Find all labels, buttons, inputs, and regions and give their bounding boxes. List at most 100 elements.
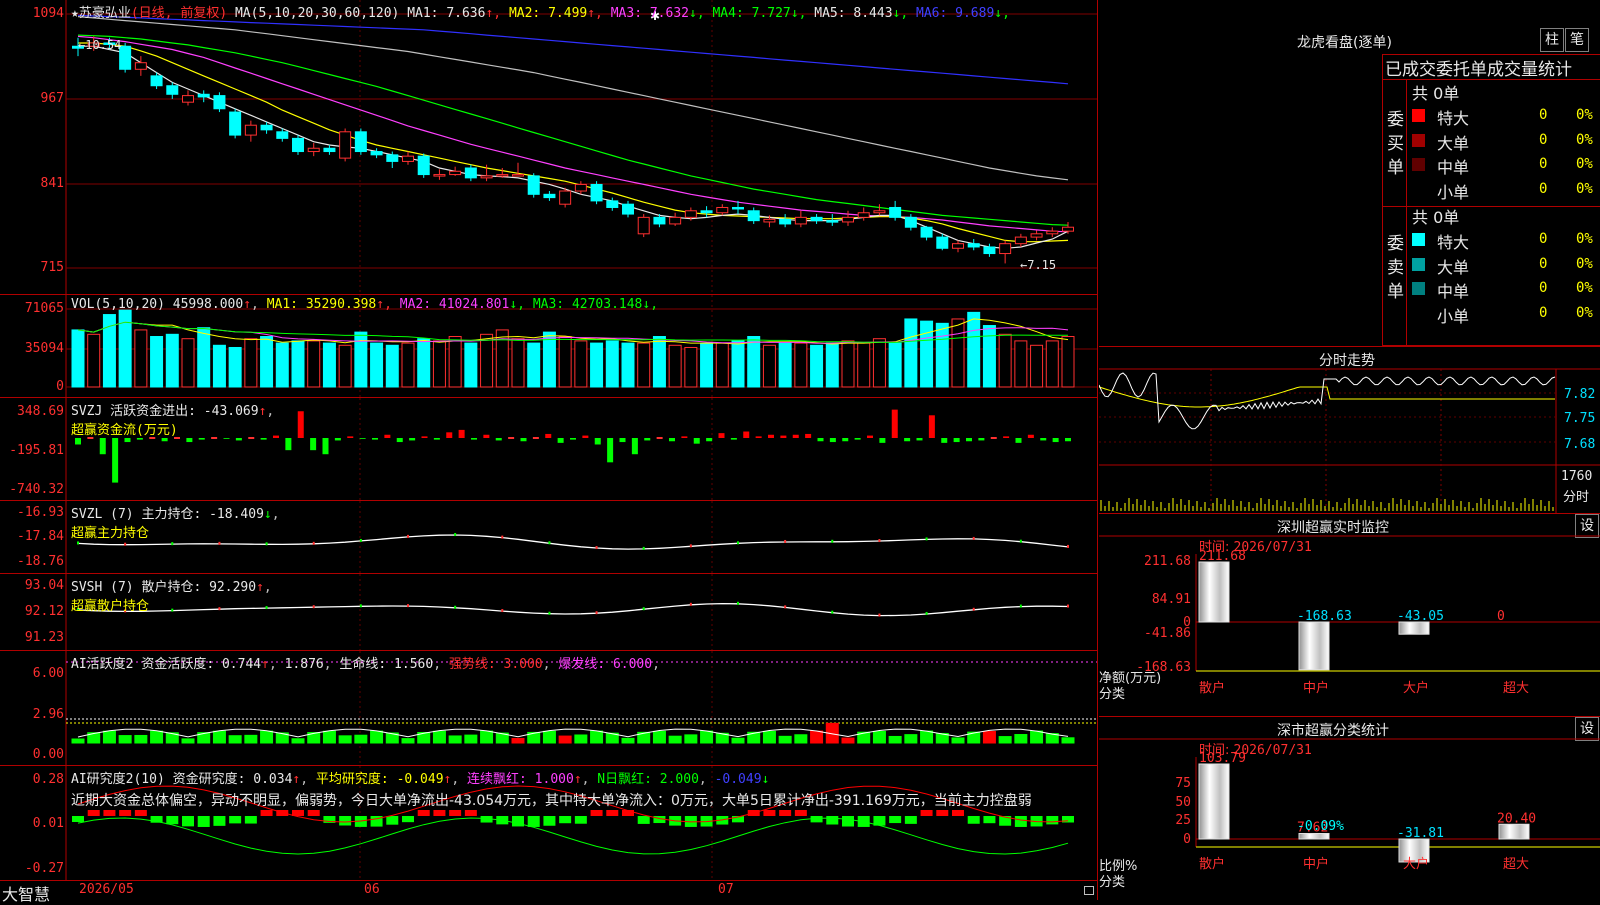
svzj-panel[interactable]: 348.69 -195.81 -740.32 SVZJ 活跃资金进出: -43.… xyxy=(0,398,1097,501)
svzj-bar xyxy=(1052,438,1059,443)
kline-panel[interactable]: ✱ 1094 967 841 715 ★苏豪弘业(日线, 前复权) MA(5,1… xyxy=(0,0,1097,295)
sell-swatch xyxy=(1412,233,1425,246)
intraday-chart[interactable] xyxy=(1099,347,1600,513)
chart-mode[interactable]: (日线, 前复权) xyxy=(131,6,227,21)
sell-swatch xyxy=(1412,257,1425,271)
x-axis: 大智慧 2026/05 06 07 xyxy=(0,881,1097,904)
volume-bar xyxy=(920,320,934,388)
category-value: -43.05 xyxy=(1397,609,1444,624)
candle xyxy=(197,93,210,98)
kline-chart[interactable]: ✱ xyxy=(0,0,1097,294)
star-icon[interactable]: ★ xyxy=(71,6,79,21)
svzj-bar xyxy=(1015,438,1022,443)
candle xyxy=(307,147,320,153)
volume-bar xyxy=(998,333,1012,388)
volume-bar xyxy=(150,336,164,388)
activity-bar xyxy=(558,735,572,744)
research-bar xyxy=(166,816,179,825)
ai2-ytick: -0.27 xyxy=(24,861,64,876)
ai1-lifeline-value: 1.560 xyxy=(394,657,434,672)
x-label-jun: 06 xyxy=(364,882,380,897)
volume-bar xyxy=(935,322,949,388)
tick-mode-button[interactable]: 笔 xyxy=(1565,28,1589,52)
indicator-tick xyxy=(548,611,551,615)
svzj-bar xyxy=(904,438,911,442)
ma-arrow: ↑, xyxy=(485,6,509,21)
svzj-bar xyxy=(656,437,663,439)
category-value: 20.40 xyxy=(1497,811,1536,826)
volume-bar xyxy=(432,340,446,388)
svzj-value: -43.069 xyxy=(203,404,259,419)
lock-icon xyxy=(1084,886,1094,895)
buy-total: 共 0单 xyxy=(1412,84,1460,103)
candle xyxy=(842,216,854,223)
candle xyxy=(920,226,933,238)
ma-values: MA1: 7.636↑, MA2: 7.499↑, MA3: 7.632↓, M… xyxy=(407,6,1010,21)
ai2-value5-arrow: ↓ xyxy=(761,772,770,787)
ai-research-panel[interactable]: 0.28 0.01 -0.27 AI研究度2(10) 资金研究度: 0.034↑… xyxy=(0,766,1097,881)
bar-mode-button[interactable]: 柱 xyxy=(1540,28,1564,52)
research-bar xyxy=(464,810,477,816)
candle xyxy=(606,200,619,208)
candle xyxy=(936,236,949,249)
candle xyxy=(684,210,697,218)
svzj-bar xyxy=(718,433,725,438)
vol-label: VOL(5,10,20) xyxy=(71,297,165,312)
svzj-bar xyxy=(322,438,329,455)
brand-label[interactable]: 大智慧 xyxy=(2,881,50,905)
monitor-panel[interactable]: 深圳超赢实时监控 设 时间: 2026/07/31 211.68 84.91 0 -4… xyxy=(1099,513,1600,716)
svsh-panel[interactable]: 93.04 92.12 91.23 SVSH (7) 散户持仓: 92.290↑… xyxy=(0,574,1097,651)
intraday-vol-unit: 分时 xyxy=(1563,490,1590,505)
activity-bar xyxy=(1061,737,1075,744)
svzj-bar xyxy=(990,437,997,439)
vol-ytick: 0 xyxy=(56,379,64,394)
indicator-tick xyxy=(831,539,834,543)
svzj-bar xyxy=(570,438,576,440)
candle xyxy=(417,155,430,176)
research-bar xyxy=(229,816,242,824)
research-bar xyxy=(920,810,933,816)
monitor-chart: 211.6884.910-41.86-168.63211.68散户-168.63… xyxy=(1099,535,1600,696)
svzl-value: -18.409 xyxy=(209,507,264,522)
buy-row-label: 大单 xyxy=(1437,133,1470,153)
candle xyxy=(449,170,462,176)
stock-name[interactable]: 苏豪弘业 xyxy=(79,6,131,21)
svzj-bar xyxy=(681,436,688,438)
volume-bar xyxy=(857,342,871,388)
buy-row-count: 0 xyxy=(1539,156,1548,172)
activity-bar xyxy=(982,731,996,744)
research-bar xyxy=(244,816,257,824)
sell-row-label: 中单 xyxy=(1437,282,1470,301)
svzj-bar xyxy=(161,438,168,442)
svsh-arrow: ↑ xyxy=(256,580,264,595)
ai2-value: 0.034 xyxy=(253,772,293,787)
intraday-panel[interactable]: 分时走势 7.82 7.75 7.68 1760 分时 xyxy=(1099,346,1600,513)
ma-line-ma60 xyxy=(77,16,1069,181)
ma-arrow: ↓, xyxy=(790,6,815,21)
candle xyxy=(527,175,540,195)
low-price-label: ←7.15 xyxy=(1020,258,1057,272)
buy-row-percent: 0% xyxy=(1576,107,1593,123)
volume-bar xyxy=(637,342,651,388)
activity-bar xyxy=(260,730,274,744)
svzl-panel[interactable]: -16.93 -17.84 -18.76 SVZL (7) 主力持仓: -18.… xyxy=(0,501,1097,574)
volume-panel[interactable]: 71065 35094 0 VOL(5,10,20) 45998.000 ↑, M… xyxy=(0,295,1097,398)
indicator-tick xyxy=(501,609,504,613)
stat-vdivider xyxy=(1406,80,1407,345)
candle xyxy=(967,243,980,248)
indicator-tick xyxy=(878,539,881,543)
svzl-subtitle: 超赢主力持仓 xyxy=(71,526,150,541)
candle xyxy=(1046,230,1059,235)
volume-bar xyxy=(825,342,839,388)
intraday-ytick: 7.68 xyxy=(1564,437,1596,452)
candle xyxy=(182,95,194,103)
classify-panel[interactable]: 深市超赢分类统计 设 时间: 2026/07/31 75 50 25 0 103.79 散… xyxy=(1099,716,1600,901)
buy-row-percent: 0% xyxy=(1576,156,1593,172)
candle xyxy=(543,193,556,199)
indicator-tick xyxy=(972,536,975,540)
ai-activity-panel[interactable]: 6.00 2.96 0.00 AI活跃度2 资金活跃度: 0.744↑, 1.8… xyxy=(0,651,1097,766)
research-bar xyxy=(826,816,839,825)
research-line-green xyxy=(77,817,1069,855)
activity-bar xyxy=(1030,730,1044,744)
volume-bar xyxy=(542,331,556,388)
